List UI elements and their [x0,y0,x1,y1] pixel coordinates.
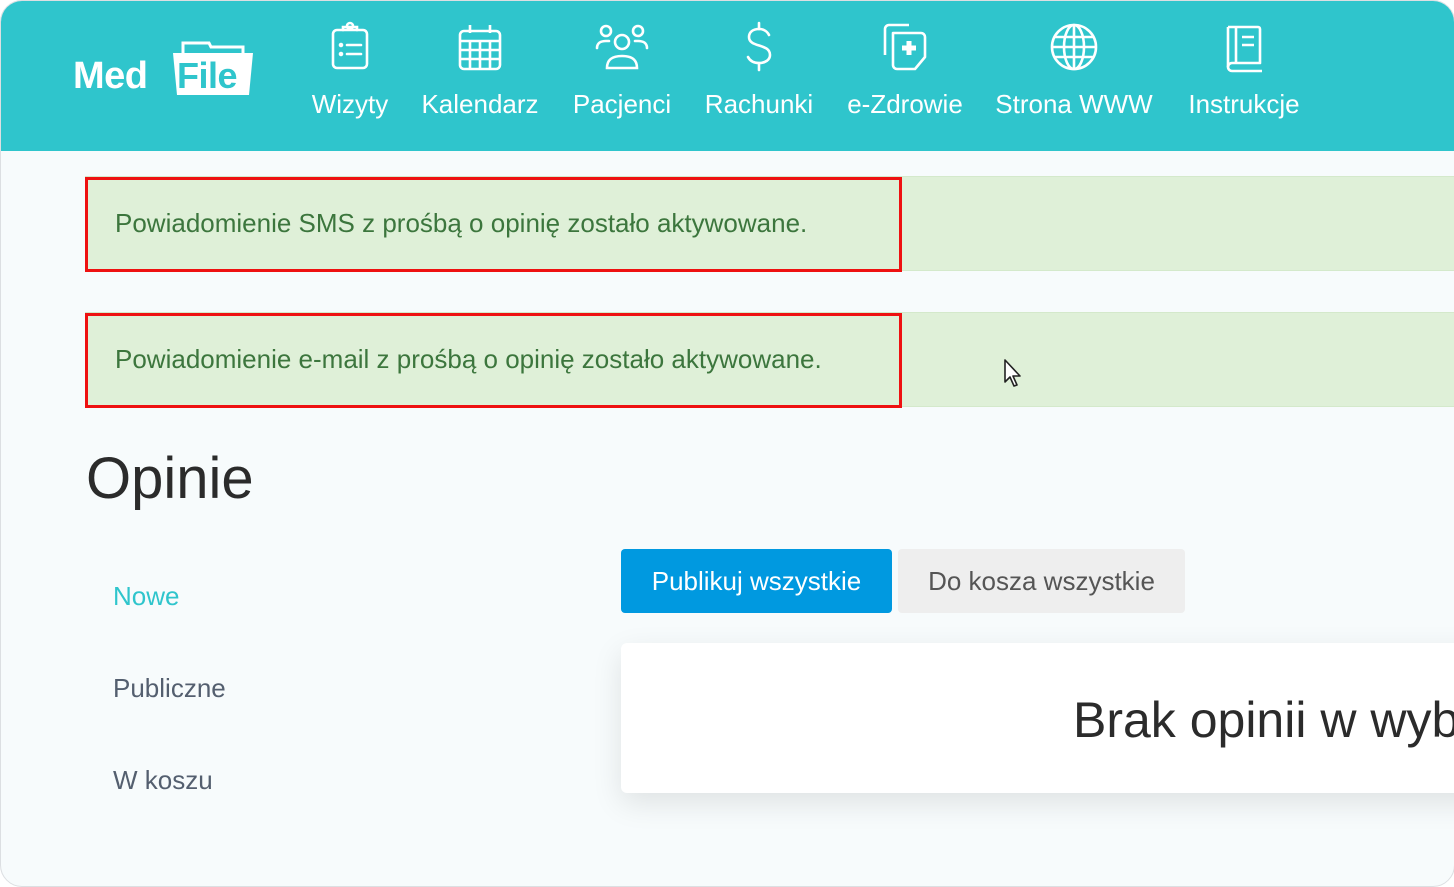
globe-icon [1050,23,1098,71]
publish-all-button[interactable]: Publikuj wszystkie [621,549,892,613]
nav-item-rachunki[interactable]: Rachunki [702,19,816,129]
medical-documents-icon [883,23,927,71]
medfile-logo[interactable]: Med File [73,41,263,101]
top-navigation-bar: Med File Wizyty Kalendarz Pacjenci Rachu… [1,1,1454,151]
alert-sms-activated: Powiadomienie SMS z prośbą o opinię zost… [85,176,1454,272]
sidebar-item-nowe[interactable]: Nowe [113,581,179,612]
nav-item-e-zdrowie[interactable]: e-Zdrowie [843,19,967,129]
alert-message: Powiadomienie e-mail z prośbą o opinię z… [115,344,822,374]
nav-item-pacjenci[interactable]: Pacjenci [569,19,675,129]
logo-text-file: File [177,55,238,96]
nav-label: Wizyty [311,89,389,119]
calendar-icon [458,25,502,71]
nav-label: Pacjenci [572,89,672,119]
alert-message: Powiadomienie SMS z prośbą o opinię zost… [115,208,808,238]
nav-label: Rachunki [704,89,814,119]
logo-text-med: Med [73,55,148,97]
nav-label: Strona WWW [995,89,1153,119]
sidebar-item-publiczne[interactable]: Publiczne [113,673,226,704]
trash-all-button[interactable]: Do kosza wszystkie [898,549,1185,613]
mouse-cursor-icon [1004,359,1021,387]
alert-email-activated: Powiadomienie e-mail z prośbą o opinię z… [85,312,1454,408]
book-icon [1226,25,1262,73]
sidebar-item-w-koszu[interactable]: W koszu [113,765,213,796]
users-icon [595,24,649,70]
nav-item-instrukcje[interactable]: Instrukcje [1183,19,1305,129]
nav-label: Instrukcje [1188,89,1300,119]
clipboard-list-icon [331,21,369,70]
dollar-icon [746,21,772,72]
nav-item-wizyty[interactable]: Wizyty [309,19,391,129]
nav-item-strona-www[interactable]: Strona WWW [993,19,1155,129]
reviews-list-panel: Brak opinii w wyb [621,643,1454,793]
nav-item-kalendarz[interactable]: Kalendarz [418,19,542,129]
empty-state-message: Brak opinii w wyb [1073,692,1454,748]
app-window: Med File Wizyty Kalendarz Pacjenci Rachu… [0,0,1454,887]
nav-label: e-Zdrowie [847,89,963,119]
page-title: Opinie [86,446,254,511]
nav-label: Kalendarz [421,89,539,119]
